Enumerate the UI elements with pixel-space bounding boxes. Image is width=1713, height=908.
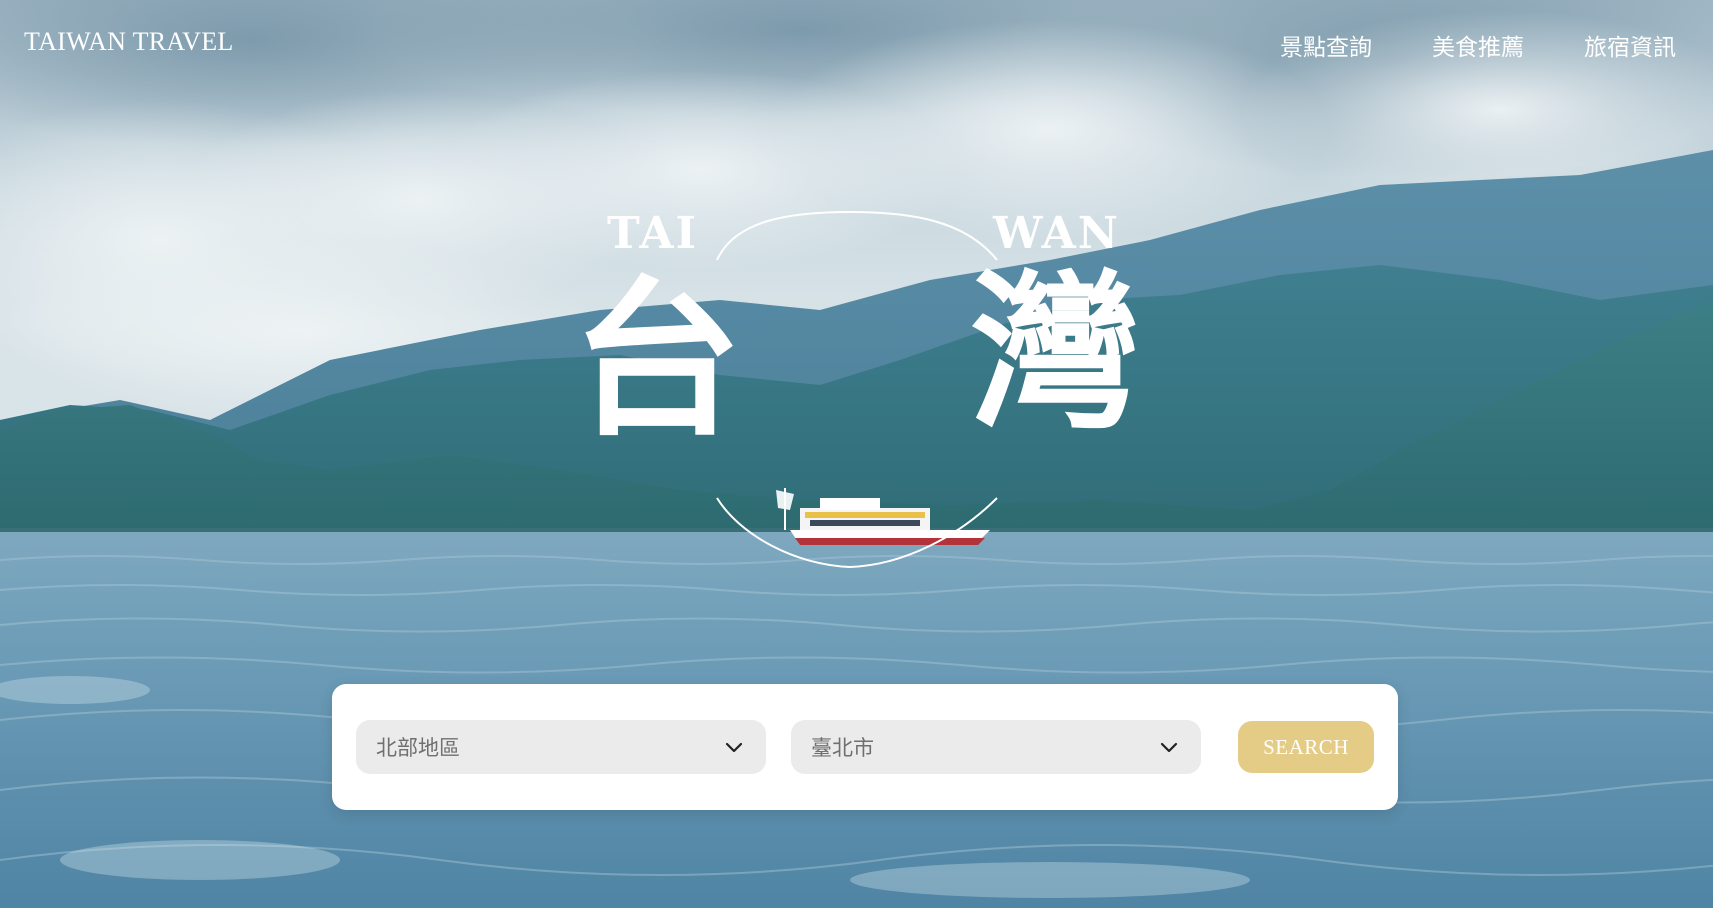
hero-title-zh-left: 台 — [572, 260, 743, 460]
nav-link-lodging[interactable]: 旅宿資訊 — [1584, 28, 1676, 62]
region-select-value: 北部地區 — [376, 736, 460, 760]
main-nav: 景點查詢 美食推薦 旅宿資訊 — [1280, 28, 1676, 62]
search-panel: 北部地區 臺北市 SEARCH — [332, 684, 1398, 810]
hero-title: TAI WAN 台 灣 — [560, 190, 1160, 590]
city-select[interactable]: 臺北市 — [791, 720, 1201, 774]
nav-link-attractions[interactable]: 景點查詢 — [1280, 28, 1372, 62]
hero-title-en-right: WAN — [993, 208, 1120, 259]
chevron-down-icon — [1160, 742, 1178, 753]
chevron-down-icon — [725, 742, 743, 753]
site-logo[interactable]: TAIWAN TRAVEL — [24, 27, 234, 57]
nav-link-food[interactable]: 美食推薦 — [1432, 28, 1524, 62]
hero-title-zh-right: 灣 — [970, 253, 1141, 453]
site-header: TAIWAN TRAVEL 景點查詢 美食推薦 旅宿資訊 — [0, 0, 1713, 90]
region-select[interactable]: 北部地區 — [356, 720, 766, 774]
search-button[interactable]: SEARCH — [1238, 721, 1374, 773]
city-select-value: 臺北市 — [811, 736, 874, 760]
hero-title-en-left: TAI — [607, 208, 699, 259]
